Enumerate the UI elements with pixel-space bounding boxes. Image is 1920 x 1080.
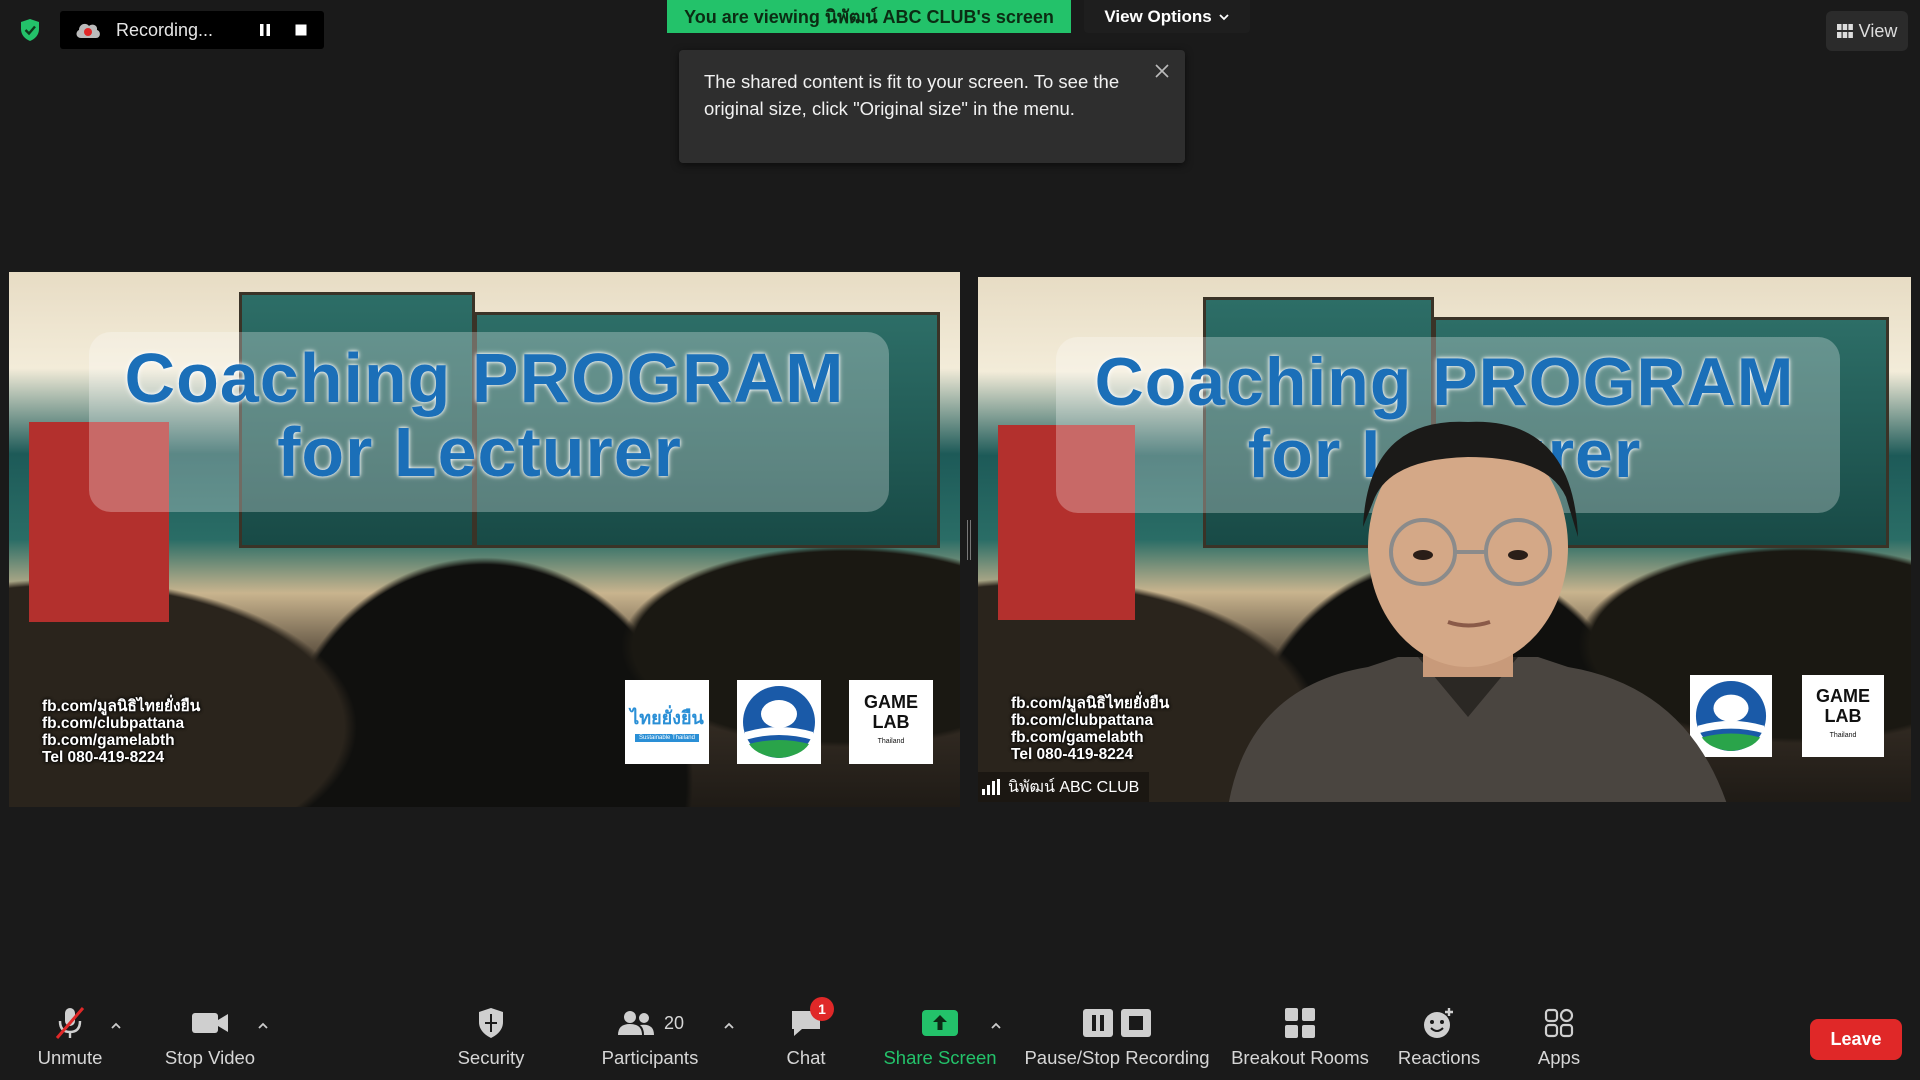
unmute-label: Unmute (37, 1047, 103, 1068)
view-options-label: View Options (1104, 6, 1212, 26)
slide-contacts: fb.com/มูลนิธิไทยยั่งยืน fb.com/clubpatt… (1011, 695, 1169, 763)
slide-title-line2: for Lecturer (277, 413, 682, 491)
thai-sustainable-logo: ไทยยั่งยืน Sustainable Thailand (625, 680, 709, 764)
participants-icon: 20 (616, 1003, 684, 1043)
viewing-screen-banner: You are viewing นิพัฒน์ ABC CLUB's scree… (667, 0, 1071, 33)
chat-label: Chat (786, 1047, 826, 1068)
security-label: Security (457, 1047, 525, 1068)
encryption-shield-icon[interactable] (12, 12, 48, 48)
shared-screen-view[interactable]: Coaching PROGRAM for Lecturer fb.com/มูล… (9, 272, 960, 807)
connection-signal-icon (982, 779, 1000, 795)
video-camera-icon (190, 1003, 230, 1043)
audio-options-caret-icon[interactable] (106, 1016, 126, 1036)
contact-line: fb.com/clubpattana (1011, 712, 1154, 729)
video-options-caret-icon[interactable] (253, 1016, 273, 1036)
pause-stop-recording-button[interactable]: Pause/Stop Recording (1022, 990, 1212, 1080)
view-layout-button[interactable]: View (1826, 11, 1908, 51)
apps-label: Apps (1537, 1047, 1581, 1068)
contact-line: fb.com/gamelabth (1011, 729, 1144, 746)
security-shield-icon (476, 1003, 506, 1043)
participants-count: 20 (663, 1012, 685, 1033)
breakout-rooms-icon (1284, 1003, 1316, 1043)
leave-meeting-button[interactable]: Leave (1810, 1019, 1902, 1060)
cloud-recording-icon (74, 16, 102, 44)
contact-line: Tel 080-419-8224 (1011, 746, 1134, 763)
muted-microphone-icon (53, 1003, 87, 1043)
gamelab-logo: GAME LAB Thailand (849, 680, 933, 764)
view-label: View (1858, 20, 1898, 41)
chat-bubble-icon: 1 (788, 997, 834, 1043)
breakout-rooms-button[interactable]: Breakout Rooms (1228, 990, 1372, 1080)
apps-icon (1544, 1003, 1574, 1043)
share-screen-arrow-icon (921, 1003, 959, 1043)
reactions-button[interactable]: Reactions (1389, 990, 1489, 1080)
security-button[interactable]: Security (441, 990, 541, 1080)
stop-video-button[interactable]: Stop Video (155, 990, 265, 1080)
reactions-smiley-icon (1421, 1003, 1457, 1043)
apps-button[interactable]: Apps (1519, 990, 1599, 1080)
participants-label: Participants (601, 1047, 699, 1068)
participant-video-tile[interactable]: Coaching PROGRAM for Lecturer fb.com/มูล… (978, 277, 1911, 802)
close-icon[interactable] (1149, 58, 1175, 84)
gamelab-logo: GAME LAB Thailand (1802, 675, 1884, 757)
contact-line: Tel 080-419-8224 (42, 749, 165, 766)
stop-recording-button[interactable] (286, 15, 316, 45)
contact-line: fb.com/gamelabth (42, 732, 175, 749)
meeting-toolbar: Unmute Stop Video Security 20 Participan… (0, 990, 1920, 1080)
stop-video-label: Stop Video (164, 1047, 256, 1068)
tooltip-message: The shared content is fit to your screen… (704, 71, 1120, 119)
share-screen-label: Share Screen (883, 1047, 997, 1068)
pause-recording-button[interactable] (250, 15, 280, 45)
share-screen-button[interactable]: Share Screen (880, 990, 1000, 1080)
participant-name-tag: นิพัฒน์ ABC CLUB (978, 772, 1150, 802)
reactions-label: Reactions (1397, 1047, 1481, 1068)
contact-line: fb.com/มูลนิธิไทยยั่งยืน (42, 698, 201, 715)
participant-person-image (1228, 421, 1727, 802)
fit-to-screen-tooltip: The shared content is fit to your screen… (679, 50, 1185, 163)
contact-line: fb.com/clubpattana (42, 715, 185, 732)
share-options-caret-icon[interactable] (986, 1016, 1006, 1036)
recording-status-text: Recording... (116, 19, 214, 40)
recording-indicator: Recording... (60, 11, 324, 49)
chat-button[interactable]: 1 Chat (766, 990, 846, 1080)
club-pattana-logo (737, 680, 821, 764)
chevron-down-icon (1219, 13, 1229, 20)
slide-contacts: fb.com/มูลนิธิไทยยั่งยืน fb.com/clubpatt… (42, 698, 200, 766)
splitter-handle[interactable] (967, 520, 971, 560)
grid-view-icon (1836, 24, 1853, 38)
chat-unread-badge: 1 (810, 997, 834, 1021)
participants-options-caret-icon[interactable] (719, 1016, 739, 1036)
breakout-rooms-label: Breakout Rooms (1231, 1047, 1369, 1068)
pause-stop-recording-icon (1081, 1003, 1153, 1043)
view-options-dropdown[interactable]: View Options (1084, 0, 1250, 33)
slide-title-line1: Coaching PROGRAM (124, 339, 845, 417)
participants-button[interactable]: 20 Participants (590, 990, 710, 1080)
pause-stop-recording-label: Pause/Stop Recording (1024, 1047, 1210, 1068)
participant-name: นิพัฒน์ ABC CLUB (1008, 778, 1140, 796)
contact-line: fb.com/มูลนิธิไทยยั่งยืน (1011, 695, 1170, 712)
unmute-button[interactable]: Unmute (20, 990, 120, 1080)
